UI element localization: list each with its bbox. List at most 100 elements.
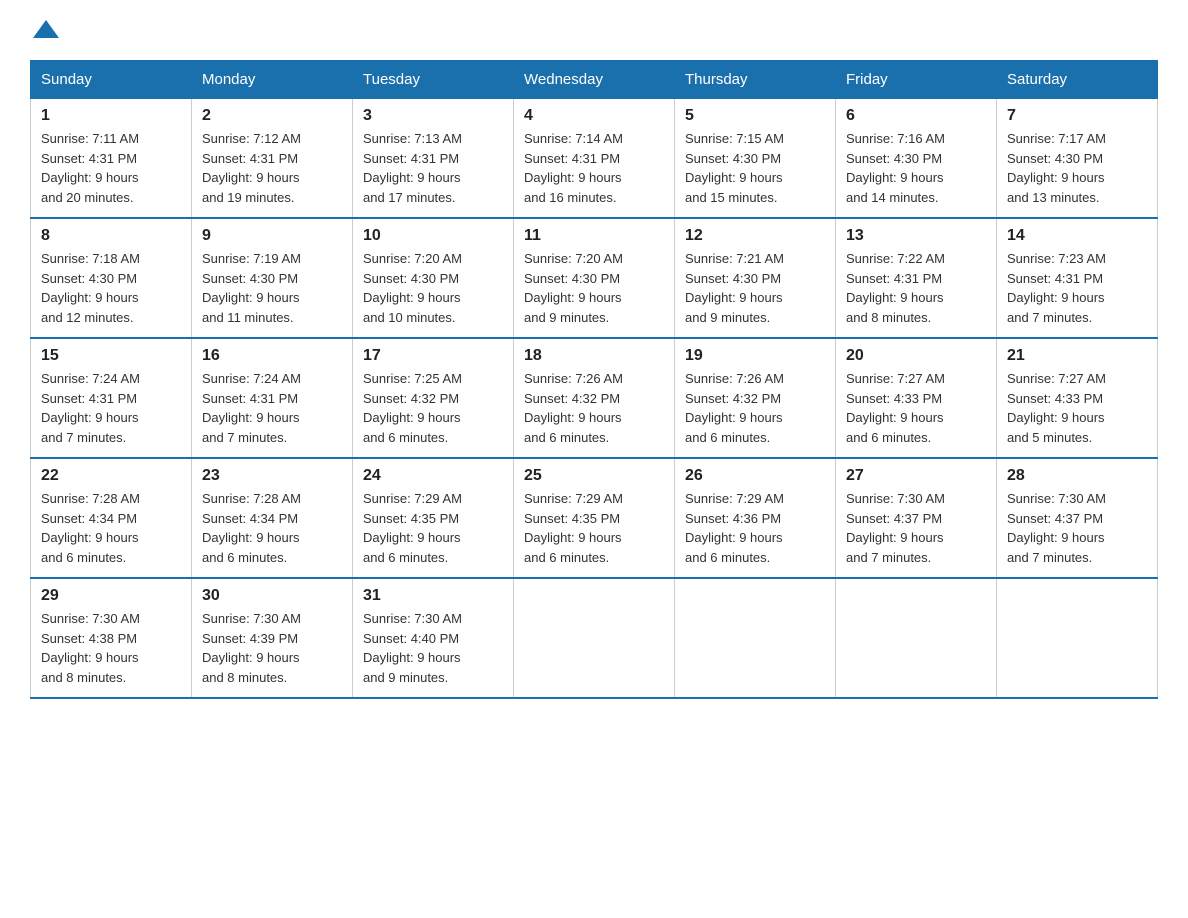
column-header-thursday: Thursday (675, 61, 836, 99)
calendar-cell: 1 Sunrise: 7:11 AMSunset: 4:31 PMDaylight… (31, 99, 192, 219)
day-info: Sunrise: 7:30 AMSunset: 4:39 PMDaylight:… (202, 609, 342, 687)
day-number: 12 (685, 227, 825, 245)
calendar-cell: 10 Sunrise: 7:20 AMSunset: 4:30 PMDayligh… (353, 218, 514, 338)
day-number: 29 (41, 587, 181, 605)
calendar-cell: 15 Sunrise: 7:24 AMSunset: 4:31 PMDayligh… (31, 338, 192, 458)
calendar-cell (836, 578, 997, 698)
day-info: Sunrise: 7:28 AMSunset: 4:34 PMDaylight:… (202, 489, 342, 567)
day-info: Sunrise: 7:13 AMSunset: 4:31 PMDaylight:… (363, 129, 503, 207)
day-number: 7 (1007, 107, 1147, 125)
logo-triangle-icon (33, 20, 59, 38)
calendar-cell: 13 Sunrise: 7:22 AMSunset: 4:31 PMDayligh… (836, 218, 997, 338)
day-number: 19 (685, 347, 825, 365)
calendar-cell: 28 Sunrise: 7:30 AMSunset: 4:37 PMDayligh… (997, 458, 1158, 578)
day-number: 8 (41, 227, 181, 245)
calendar-cell: 30 Sunrise: 7:30 AMSunset: 4:39 PMDayligh… (192, 578, 353, 698)
day-info: Sunrise: 7:20 AMSunset: 4:30 PMDaylight:… (524, 249, 664, 327)
page-header (30, 20, 1158, 40)
day-info: Sunrise: 7:16 AMSunset: 4:30 PMDaylight:… (846, 129, 986, 207)
day-info: Sunrise: 7:17 AMSunset: 4:30 PMDaylight:… (1007, 129, 1147, 207)
day-info: Sunrise: 7:15 AMSunset: 4:30 PMDaylight:… (685, 129, 825, 207)
day-info: Sunrise: 7:30 AMSunset: 4:37 PMDaylight:… (846, 489, 986, 567)
day-number: 14 (1007, 227, 1147, 245)
day-number: 30 (202, 587, 342, 605)
calendar-week-row: 29 Sunrise: 7:30 AMSunset: 4:38 PMDayligh… (31, 578, 1158, 698)
calendar-cell: 31Sunrise: 7:30 AMSunset: 4:40 PMDayligh… (353, 578, 514, 698)
day-info: Sunrise: 7:20 AMSunset: 4:30 PMDaylight:… (363, 249, 503, 327)
day-number: 28 (1007, 467, 1147, 485)
day-info: Sunrise: 7:23 AMSunset: 4:31 PMDaylight:… (1007, 249, 1147, 327)
calendar-cell: 27 Sunrise: 7:30 AMSunset: 4:37 PMDayligh… (836, 458, 997, 578)
calendar-cell: 22Sunrise: 7:28 AMSunset: 4:34 PMDayligh… (31, 458, 192, 578)
calendar-cell: 2 Sunrise: 7:12 AMSunset: 4:31 PMDaylight… (192, 99, 353, 219)
day-number: 2 (202, 107, 342, 125)
day-number: 17 (363, 347, 503, 365)
day-number: 24 (363, 467, 503, 485)
calendar-cell: 3 Sunrise: 7:13 AMSunset: 4:31 PMDaylight… (353, 99, 514, 219)
day-info: Sunrise: 7:25 AMSunset: 4:32 PMDaylight:… (363, 369, 503, 447)
day-number: 10 (363, 227, 503, 245)
day-number: 4 (524, 107, 664, 125)
day-info: Sunrise: 7:29 AMSunset: 4:36 PMDaylight:… (685, 489, 825, 567)
calendar-cell: 5Sunrise: 7:15 AMSunset: 4:30 PMDaylight… (675, 99, 836, 219)
calendar-cell (997, 578, 1158, 698)
calendar-cell: 16Sunrise: 7:24 AMSunset: 4:31 PMDayligh… (192, 338, 353, 458)
day-number: 11 (524, 227, 664, 245)
day-number: 27 (846, 467, 986, 485)
day-info: Sunrise: 7:28 AMSunset: 4:34 PMDaylight:… (41, 489, 181, 567)
column-header-wednesday: Wednesday (514, 61, 675, 99)
calendar-cell: 9Sunrise: 7:19 AMSunset: 4:30 PMDaylight… (192, 218, 353, 338)
day-number: 20 (846, 347, 986, 365)
day-number: 1 (41, 107, 181, 125)
day-info: Sunrise: 7:21 AMSunset: 4:30 PMDaylight:… (685, 249, 825, 327)
column-header-sunday: Sunday (31, 61, 192, 99)
day-info: Sunrise: 7:24 AMSunset: 4:31 PMDaylight:… (41, 369, 181, 447)
calendar-table: SundayMondayTuesdayWednesdayThursdayFrid… (30, 60, 1158, 699)
calendar-week-row: 8 Sunrise: 7:18 AMSunset: 4:30 PMDaylight… (31, 218, 1158, 338)
day-number: 3 (363, 107, 503, 125)
day-info: Sunrise: 7:11 AMSunset: 4:31 PMDaylight:… (41, 129, 181, 207)
calendar-cell: 20 Sunrise: 7:27 AMSunset: 4:33 PMDayligh… (836, 338, 997, 458)
calendar-cell: 6Sunrise: 7:16 AMSunset: 4:30 PMDaylight… (836, 99, 997, 219)
calendar-cell: 18 Sunrise: 7:26 AMSunset: 4:32 PMDayligh… (514, 338, 675, 458)
column-header-monday: Monday (192, 61, 353, 99)
calendar-cell: 12 Sunrise: 7:21 AMSunset: 4:30 PMDayligh… (675, 218, 836, 338)
calendar-cell: 17 Sunrise: 7:25 AMSunset: 4:32 PMDayligh… (353, 338, 514, 458)
calendar-week-row: 15 Sunrise: 7:24 AMSunset: 4:31 PMDayligh… (31, 338, 1158, 458)
day-info: Sunrise: 7:29 AMSunset: 4:35 PMDaylight:… (524, 489, 664, 567)
day-number: 26 (685, 467, 825, 485)
day-info: Sunrise: 7:27 AMSunset: 4:33 PMDaylight:… (846, 369, 986, 447)
day-info: Sunrise: 7:26 AMSunset: 4:32 PMDaylight:… (524, 369, 664, 447)
calendar-cell: 23Sunrise: 7:28 AMSunset: 4:34 PMDayligh… (192, 458, 353, 578)
calendar-cell: 25Sunrise: 7:29 AMSunset: 4:35 PMDayligh… (514, 458, 675, 578)
calendar-cell: 24 Sunrise: 7:29 AMSunset: 4:35 PMDayligh… (353, 458, 514, 578)
column-header-friday: Friday (836, 61, 997, 99)
calendar-cell: 26 Sunrise: 7:29 AMSunset: 4:36 PMDayligh… (675, 458, 836, 578)
calendar-cell (514, 578, 675, 698)
day-number: 18 (524, 347, 664, 365)
calendar-week-row: 1 Sunrise: 7:11 AMSunset: 4:31 PMDaylight… (31, 99, 1158, 219)
calendar-cell (675, 578, 836, 698)
day-info: Sunrise: 7:14 AMSunset: 4:31 PMDaylight:… (524, 129, 664, 207)
calendar-cell: 29 Sunrise: 7:30 AMSunset: 4:38 PMDayligh… (31, 578, 192, 698)
calendar-cell: 11 Sunrise: 7:20 AMSunset: 4:30 PMDayligh… (514, 218, 675, 338)
column-header-tuesday: Tuesday (353, 61, 514, 99)
calendar-week-row: 22Sunrise: 7:28 AMSunset: 4:34 PMDayligh… (31, 458, 1158, 578)
day-info: Sunrise: 7:12 AMSunset: 4:31 PMDaylight:… (202, 129, 342, 207)
calendar-cell: 19Sunrise: 7:26 AMSunset: 4:32 PMDayligh… (675, 338, 836, 458)
day-info: Sunrise: 7:30 AMSunset: 4:37 PMDaylight:… (1007, 489, 1147, 567)
day-info: Sunrise: 7:30 AMSunset: 4:38 PMDaylight:… (41, 609, 181, 687)
column-header-saturday: Saturday (997, 61, 1158, 99)
calendar-header-row: SundayMondayTuesdayWednesdayThursdayFrid… (31, 61, 1158, 99)
day-info: Sunrise: 7:24 AMSunset: 4:31 PMDaylight:… (202, 369, 342, 447)
calendar-cell: 21 Sunrise: 7:27 AMSunset: 4:33 PMDayligh… (997, 338, 1158, 458)
day-number: 21 (1007, 347, 1147, 365)
day-info: Sunrise: 7:18 AMSunset: 4:30 PMDaylight:… (41, 249, 181, 327)
day-number: 15 (41, 347, 181, 365)
calendar-cell: 14 Sunrise: 7:23 AMSunset: 4:31 PMDayligh… (997, 218, 1158, 338)
day-info: Sunrise: 7:22 AMSunset: 4:31 PMDaylight:… (846, 249, 986, 327)
day-number: 13 (846, 227, 986, 245)
calendar-cell: 4 Sunrise: 7:14 AMSunset: 4:31 PMDaylight… (514, 99, 675, 219)
day-info: Sunrise: 7:27 AMSunset: 4:33 PMDaylight:… (1007, 369, 1147, 447)
day-info: Sunrise: 7:29 AMSunset: 4:35 PMDaylight:… (363, 489, 503, 567)
